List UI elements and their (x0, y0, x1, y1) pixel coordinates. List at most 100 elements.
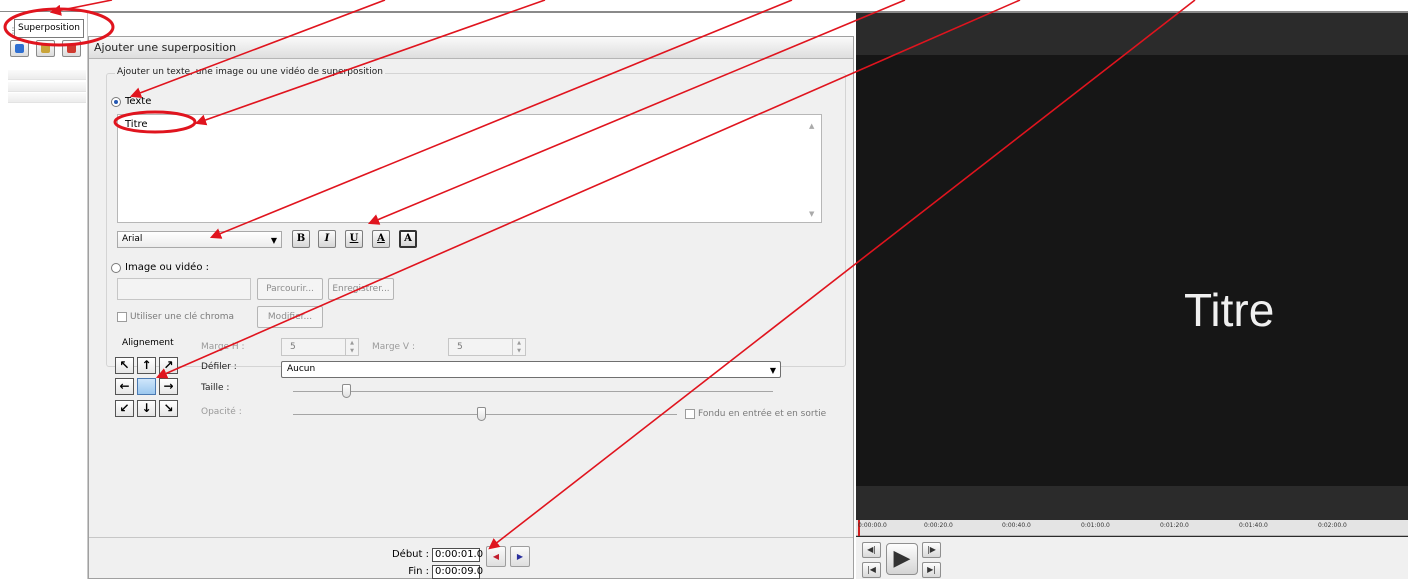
timeline-tick: 0:02:00.0 (1318, 522, 1347, 529)
play-icon: ▶ (893, 546, 911, 571)
step-back-button[interactable]: ◀| (862, 542, 881, 558)
margin-v-value: 5 (457, 342, 463, 352)
timeline-tick: 0:00:20.0 (924, 522, 953, 529)
set-start-button[interactable]: ◀ (486, 546, 506, 567)
textarea-scrollbar[interactable]: ▲ ▼ (805, 115, 821, 222)
margin-h-value: 5 (290, 342, 296, 352)
spinner-icon[interactable]: ▲ ▼ (345, 339, 358, 355)
scroll-up-icon[interactable]: ▲ (809, 122, 814, 130)
italic-button[interactable]: I (318, 230, 336, 248)
fade-checkbox[interactable]: Fondu en entrée et en sortie (685, 409, 826, 419)
go-to-start-button[interactable]: |◀ (862, 562, 881, 578)
text-radio-label: Texte (125, 96, 152, 107)
tab-superposition[interactable]: Superposition (14, 19, 84, 38)
chroma-key-checkbox[interactable]: Utiliser une clé chroma (117, 312, 234, 322)
video-preview: Titre 0:00:00.0 0:00:20.0 0:00:40.0 0:01… (856, 13, 1408, 579)
timeline-tick: 0:01:20.0 (1160, 522, 1189, 529)
image-video-radio[interactable]: Image ou vidéo : (111, 262, 209, 273)
overlay-panel: Ajouter une superposition Ajouter un tex… (88, 36, 854, 579)
group-legend: Ajouter un texte, une image ou une vidéo… (115, 67, 385, 77)
skip-end-icon: ▶| (927, 565, 936, 574)
font-select[interactable]: Arial ▼ (117, 231, 282, 248)
underline-button[interactable]: U (345, 230, 363, 248)
overlay-text-value: Titre (125, 119, 148, 130)
radio-empty-icon (111, 262, 121, 273)
align-top-button[interactable]: ↑ (137, 357, 156, 374)
end-time-input[interactable]: 0:00:09.0 (432, 565, 483, 579)
list-item[interactable] (8, 93, 86, 103)
size-slider-thumb[interactable] (341, 384, 351, 398)
size-slider-track[interactable] (293, 391, 773, 392)
go-to-end-button[interactable]: ▶| (922, 562, 941, 578)
timeline-tick: 0:01:00.0 (1081, 522, 1110, 529)
arrow-left-icon: ◀ (492, 552, 500, 561)
step-back-icon: ◀| (867, 545, 876, 554)
checkbox-icon (685, 409, 695, 419)
margin-h-label: Marge H : (201, 342, 245, 352)
list-item[interactable] (8, 82, 86, 92)
timeline-tick: 0:00:00.0 (858, 522, 887, 529)
text-radio[interactable]: Texte (111, 96, 151, 107)
bold-button[interactable]: B (292, 230, 310, 248)
radio-selected-icon (111, 96, 121, 107)
playback-controls: ◀| |◀ ▶ |▶ ▶| (856, 537, 1408, 579)
step-forward-button[interactable]: |▶ (922, 542, 941, 558)
delete-button[interactable] (62, 40, 81, 57)
play-button[interactable]: ▶ (886, 543, 918, 575)
chevron-down-icon: ▼ (769, 366, 776, 375)
modify-button[interactable]: Modifier... (257, 306, 323, 328)
text-color-button[interactable]: A (372, 230, 390, 248)
bottom-separator (89, 537, 853, 538)
timeline[interactable]: 0:00:00.0 0:00:20.0 0:00:40.0 0:01:00.0 … (856, 520, 1408, 536)
save-button[interactable]: Enregistrer... (328, 278, 394, 300)
size-label: Taille : (201, 383, 230, 393)
font-select-value: Arial (122, 234, 143, 244)
start-label: Début : (391, 549, 429, 560)
preview-overlay-text: Titre (1184, 284, 1275, 336)
align-left-button[interactable]: ← (115, 378, 134, 395)
preview-screen: Titre (856, 55, 1408, 486)
start-time-input[interactable]: 0:00:01.0 (432, 548, 483, 562)
timeline-tick: 0:01:40.0 (1239, 522, 1268, 529)
checkbox-icon (117, 312, 127, 322)
opacity-label: Opacité : (201, 407, 242, 417)
edit-icon (41, 44, 50, 53)
scroll-select-value: Aucun (287, 364, 316, 374)
text-background-button[interactable]: A (399, 230, 417, 248)
margin-h-input[interactable]: 5 ▲ ▼ (281, 338, 359, 356)
spinner-icon[interactable]: ▲ ▼ (512, 339, 525, 355)
align-top-right-button[interactable]: ↗ (159, 357, 178, 374)
info-icon (15, 44, 24, 53)
fade-label: Fondu en entrée et en sortie (698, 409, 827, 419)
skip-start-icon: |◀ (867, 565, 876, 574)
timeline-tick: 0:00:40.0 (1002, 522, 1031, 529)
margin-v-input[interactable]: 5 ▲ ▼ (448, 338, 526, 356)
panel-title: Ajouter une superposition (89, 37, 853, 59)
align-right-button[interactable]: → (159, 378, 178, 395)
align-bottom-right-button[interactable]: ↘ (159, 400, 178, 417)
alignment-label: Alignement (122, 338, 174, 348)
edit-button[interactable] (36, 40, 55, 57)
list-item[interactable] (8, 70, 86, 80)
align-center-button[interactable] (137, 378, 156, 395)
align-top-left-button[interactable]: ↖ (115, 357, 134, 374)
chroma-key-label: Utiliser une clé chroma (130, 312, 235, 322)
overlay-text-input[interactable]: Titre ▲ ▼ (117, 114, 822, 223)
margin-v-label: Marge V : (372, 342, 415, 352)
end-label: Fin : (408, 566, 429, 577)
opacity-slider-thumb[interactable] (477, 407, 487, 421)
align-bottom-left-button[interactable]: ↙ (115, 400, 134, 417)
file-path-field[interactable] (117, 278, 251, 300)
delete-icon (67, 44, 76, 53)
image-video-radio-label: Image ou vidéo : (125, 262, 209, 273)
scroll-select[interactable]: Aucun ▼ (281, 361, 781, 378)
align-bottom-button[interactable]: ↓ (137, 400, 156, 417)
scroll-down-icon[interactable]: ▼ (809, 210, 814, 218)
browse-button[interactable]: Parcourir... (257, 278, 323, 300)
arrow-right-icon: ▶ (516, 552, 524, 561)
scroll-label: Défiler : (201, 362, 237, 372)
set-end-button[interactable]: ▶ (510, 546, 530, 567)
info-button[interactable] (10, 40, 29, 57)
chevron-down-icon: ▼ (270, 236, 277, 245)
step-forward-icon: |▶ (927, 545, 936, 554)
